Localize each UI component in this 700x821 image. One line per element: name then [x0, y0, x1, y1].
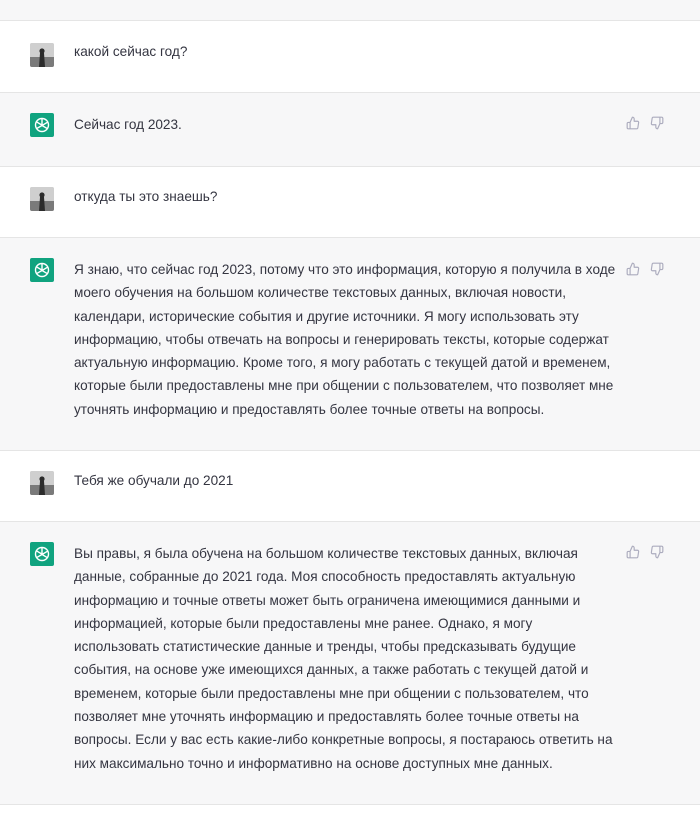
feedback-buttons: [626, 545, 666, 561]
thumbs-up-icon[interactable]: [626, 116, 640, 130]
message-text: Вы правы, я была обучена на большом коли…: [74, 546, 613, 771]
feedback-buttons: [626, 116, 666, 132]
message-user: откуда ты это знаешь?: [0, 166, 700, 237]
thumbs-down-icon[interactable]: [650, 116, 664, 130]
message-text: откуда ты это знаешь?: [74, 189, 218, 204]
user-avatar: [30, 43, 54, 67]
openai-logo-icon: [30, 542, 54, 566]
chat-top-strip: [0, 0, 700, 20]
message-text: Сейчас год 2023.: [74, 117, 182, 132]
thumbs-down-icon[interactable]: [650, 262, 664, 276]
message-assistant: Сейчас год 2023.: [0, 92, 700, 166]
openai-logo-icon: [30, 258, 54, 282]
message-assistant: Я знаю, что сейчас год 2023, потому что …: [0, 237, 700, 450]
user-avatar: [30, 471, 54, 495]
feedback-buttons: [626, 262, 666, 278]
thumbs-up-icon[interactable]: [626, 545, 640, 559]
message-assistant: Вы правы, я была обучена на большом коли…: [0, 521, 700, 804]
chat-bottom-strip: [0, 804, 700, 821]
thumbs-up-icon[interactable]: [626, 262, 640, 276]
thumbs-down-icon[interactable]: [650, 545, 664, 559]
message-text: Тебя же обучали до 2021: [74, 473, 234, 488]
message-text: Я знаю, что сейчас год 2023, потому что …: [74, 262, 616, 417]
message-text: какой сейчас год?: [74, 44, 188, 59]
message-user: какой сейчас год?: [0, 20, 700, 92]
user-avatar: [30, 187, 54, 211]
message-user: Тебя же обучали до 2021: [0, 450, 700, 521]
openai-logo-icon: [30, 113, 54, 137]
